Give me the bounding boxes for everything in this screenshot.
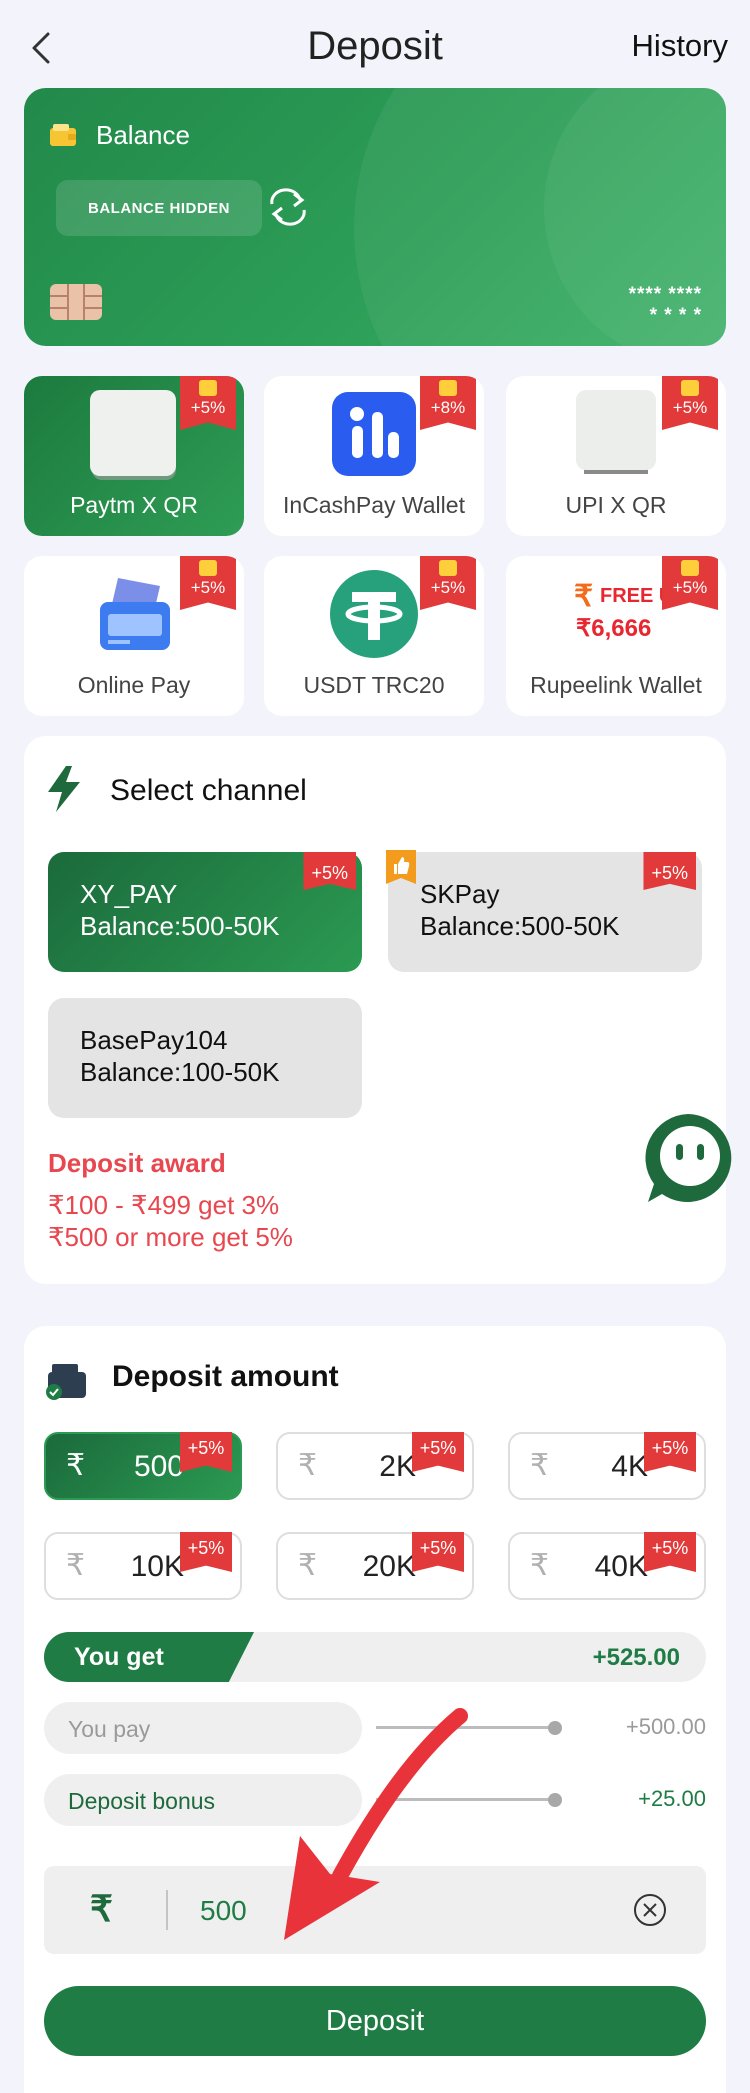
amount-bonus-badge: +5% bbox=[412, 1432, 464, 1472]
select-channel-panel: Select channel XY_PAY Balance:500-50K +5… bbox=[24, 736, 726, 1284]
amount-value: 40K bbox=[594, 1550, 648, 1583]
balance-label: Balance bbox=[96, 120, 190, 150]
channel-range: Balance:100-50K bbox=[80, 1057, 280, 1087]
amount-bonus-badge: +5% bbox=[180, 1532, 232, 1572]
amount-option-4k[interactable]: ₹ 4K +5% bbox=[508, 1432, 706, 1500]
payment-method-usdt-trc20[interactable]: +5% USDT TRC20 bbox=[264, 556, 484, 716]
amount-value: 10K bbox=[130, 1550, 184, 1583]
payment-method-incashpay-wallet[interactable]: +8% InCashPay Wallet bbox=[264, 376, 484, 536]
rupee-icon: ₹ bbox=[298, 1549, 318, 1582]
deposit-amount-title: Deposit amount bbox=[112, 1360, 339, 1393]
refresh-icon[interactable] bbox=[264, 188, 312, 226]
payment-method-paytm-x-qr[interactable]: +5% Paytm X QR bbox=[24, 376, 244, 536]
payment-method-label: Rupeelink Wallet bbox=[530, 672, 702, 698]
rupee-icon: ₹ bbox=[66, 1449, 86, 1482]
history-link[interactable]: History bbox=[632, 28, 728, 64]
card-icon bbox=[100, 578, 170, 650]
rupee-icon: ₹ bbox=[298, 1449, 318, 1482]
amount-input[interactable] bbox=[200, 1890, 580, 1932]
wallet-icon bbox=[50, 124, 76, 146]
wallet-cash-icon bbox=[46, 1364, 86, 1400]
payment-method-upi-x-qr[interactable]: +5% UPI X QR bbox=[506, 376, 726, 536]
qr-placeholder-icon bbox=[90, 390, 176, 480]
rupee-icon: ₹ bbox=[90, 1888, 113, 1929]
amount-bonus-badge: +5% bbox=[644, 1432, 696, 1472]
bonus-ribbon: +5% bbox=[180, 556, 236, 610]
tether-icon bbox=[330, 570, 418, 658]
bonus-ribbon: +8% bbox=[420, 376, 476, 430]
thumbs-up-badge-icon bbox=[386, 850, 416, 884]
payment-method-label: Paytm X QR bbox=[70, 492, 198, 518]
card-chip-icon bbox=[50, 284, 102, 320]
amount-input-box: ₹ bbox=[44, 1866, 706, 1954]
bonus-ribbon: +5% bbox=[420, 556, 476, 610]
deposit-amount-panel: Deposit amount ₹ 500 +5% ₹ 2K +5% ₹ 4K +… bbox=[24, 1326, 726, 2093]
amount-option-40k[interactable]: ₹ 40K +5% bbox=[508, 1532, 706, 1600]
amount-option-2k[interactable]: ₹ 2K +5% bbox=[276, 1432, 474, 1500]
lightning-icon bbox=[48, 766, 80, 812]
amount-value: 20K bbox=[362, 1550, 416, 1583]
payment-method-online-pay[interactable]: +5% Online Pay bbox=[24, 556, 244, 716]
payment-method-label: UPI X QR bbox=[565, 492, 667, 518]
amount-value: 500 bbox=[133, 1450, 184, 1483]
channel-title: Select channel bbox=[110, 774, 307, 807]
deposit-bonus-label: Deposit bonus bbox=[44, 1774, 362, 1826]
gift-icon bbox=[439, 560, 457, 576]
amount-option-500[interactable]: ₹ 500 +5% bbox=[44, 1432, 242, 1500]
rupee-icon: ₹ bbox=[530, 1549, 550, 1582]
channel-range: Balance:500-50K bbox=[420, 911, 620, 941]
rupee-icon: ₹ bbox=[66, 1549, 86, 1582]
you-get-value: +525.00 bbox=[592, 1644, 680, 1671]
channel-option-basepay104[interactable]: BasePay104 Balance:100-50K bbox=[48, 998, 362, 1118]
you-pay-divider bbox=[376, 1726, 554, 1729]
qr-placeholder-icon bbox=[576, 390, 656, 474]
amount-bonus-badge: +5% bbox=[644, 1532, 696, 1572]
svg-text:₹6,666: ₹6,666 bbox=[576, 615, 651, 642]
you-pay-label: You pay bbox=[44, 1702, 362, 1754]
chat-support-icon[interactable] bbox=[640, 1110, 736, 1206]
amount-option-10k[interactable]: ₹ 10K +5% bbox=[44, 1532, 242, 1600]
payment-method-label: USDT TRC20 bbox=[303, 672, 445, 698]
gift-icon bbox=[681, 380, 699, 396]
deposit-award-line: ₹500 or more get 5% bbox=[48, 1222, 293, 1252]
card-number: **** **** * * * * bbox=[628, 284, 702, 326]
rupee-icon: ₹ bbox=[530, 1449, 550, 1482]
bonus-ribbon: +5% bbox=[180, 376, 236, 430]
amount-value: 2K bbox=[379, 1450, 416, 1483]
amount-bonus-badge: +5% bbox=[180, 1432, 232, 1472]
channel-option-skpay[interactable]: SKPay Balance:500-50K +5% bbox=[386, 850, 702, 972]
deposit-bonus-dot bbox=[548, 1793, 562, 1807]
deposit-award-title: Deposit award bbox=[48, 1148, 226, 1178]
amount-bonus-badge: +5% bbox=[412, 1532, 464, 1572]
free-up-promo-icon: ₹ FREE UP ₹6,666 bbox=[574, 580, 676, 642]
channel-name: BasePay104 bbox=[80, 1025, 228, 1055]
gift-icon bbox=[439, 380, 457, 396]
payment-method-label: Online Pay bbox=[77, 672, 191, 698]
deposit-bonus-divider bbox=[376, 1798, 554, 1801]
header: Deposit History bbox=[0, 0, 750, 92]
you-pay-value: +500.00 bbox=[625, 1714, 706, 1739]
bonus-ribbon: +5% bbox=[662, 556, 718, 610]
deposit-submit-button[interactable]: Deposit bbox=[44, 1986, 706, 2056]
bonus-ribbon: +5% bbox=[662, 376, 718, 430]
gift-icon bbox=[199, 560, 217, 576]
incashpay-logo-icon bbox=[332, 392, 416, 476]
amount-option-20k[interactable]: ₹ 20K +5% bbox=[276, 1532, 474, 1600]
you-pay-dot bbox=[548, 1721, 562, 1735]
deposit-award-line: ₹100 - ₹499 get 3% bbox=[48, 1190, 280, 1220]
payment-method-rupeelink-wallet[interactable]: ₹ FREE UP ₹6,666 +5% Rupeelink Wallet bbox=[506, 556, 726, 716]
gift-icon bbox=[681, 560, 699, 576]
you-get-bar: You get +525.00 bbox=[44, 1632, 706, 1682]
svg-text:₹: ₹ bbox=[574, 580, 593, 613]
balance-hidden-toggle[interactable]: BALANCE HIDDEN bbox=[56, 180, 262, 236]
payment-method-label: InCashPay Wallet bbox=[283, 492, 465, 518]
you-get-label: You get bbox=[74, 1643, 164, 1671]
amount-value: 4K bbox=[611, 1450, 648, 1483]
clear-input-icon[interactable] bbox=[632, 1892, 668, 1928]
balance-card: Balance BALANCE HIDDEN **** **** * * * * bbox=[24, 88, 726, 346]
channel-range: Balance:500-50K bbox=[80, 911, 280, 941]
channel-option-xy-pay[interactable]: XY_PAY Balance:500-50K +5% bbox=[48, 852, 362, 972]
deposit-bonus-value: +25.00 bbox=[638, 1786, 706, 1811]
gift-icon bbox=[199, 380, 217, 396]
